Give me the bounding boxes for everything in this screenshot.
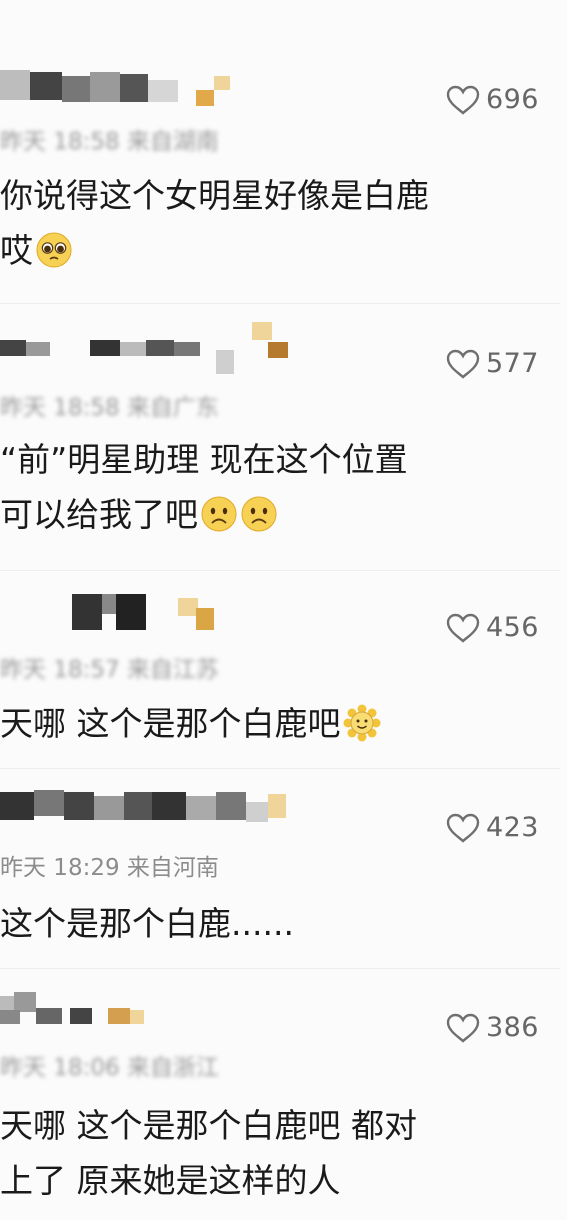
comment-item: 456 昨天 18:57 来自江苏 天哪 这个是那个白鹿吧 xyxy=(0,586,567,766)
like-count: 386 xyxy=(485,1012,539,1043)
like-button[interactable]: 696 xyxy=(446,84,539,115)
heart-outline-icon xyxy=(446,349,480,379)
divider xyxy=(0,303,560,304)
comment-line: 可以给我了吧 xyxy=(0,487,540,542)
frowning-face-emoji xyxy=(201,496,237,532)
comment-line: 天哪 这个是那个白鹿吧 都对 xyxy=(0,1106,417,1145)
comment-item: 386 昨天 18:06 来自浙江 天哪 这个是那个白鹿吧 都对 上了 原来她是… xyxy=(0,986,567,1220)
comment-meta: 昨天 18:58 来自广东 xyxy=(0,395,219,421)
username-pixelated[interactable] xyxy=(0,62,300,106)
heart-outline-icon xyxy=(446,613,480,643)
like-count: 423 xyxy=(485,812,539,843)
comment-text: 你说得这个女明星好像是白鹿 哎 xyxy=(0,168,540,278)
frowning-face-emoji xyxy=(241,496,277,532)
comment-item: 577 昨天 18:58 来自广东 “前”明星助理 现在这个位置 可以给我了吧 xyxy=(0,318,567,568)
comment-item: 423 昨天 18:29 来自河南 这个是那个白鹿...... xyxy=(0,786,567,966)
like-button[interactable]: 456 xyxy=(446,612,539,643)
comment-text: 这个是那个白鹿...... xyxy=(0,896,540,951)
sunflower-smile-emoji xyxy=(343,704,380,742)
comment-line: 上了 原来她是这样的人 xyxy=(0,1161,341,1200)
heart-outline-icon xyxy=(446,813,480,843)
comment-text: “前”明星助理 现在这个位置 可以给我了吧 xyxy=(0,432,540,542)
username-pixelated[interactable] xyxy=(0,786,300,826)
comment-item: 696 昨天 18:58 来自湖南 你说得这个女明星好像是白鹿 哎 xyxy=(0,62,567,302)
comment-meta: 昨天 18:58 来自湖南 xyxy=(0,129,219,155)
like-button[interactable]: 386 xyxy=(446,1012,539,1043)
heart-outline-icon xyxy=(446,1013,480,1043)
comment-line: “前”明星助理 现在这个位置 xyxy=(0,440,408,479)
divider xyxy=(0,768,560,769)
like-button[interactable]: 423 xyxy=(446,812,539,843)
like-count: 456 xyxy=(485,612,539,643)
username-pixelated[interactable] xyxy=(0,986,300,1026)
divider xyxy=(0,968,560,969)
divider xyxy=(0,570,560,571)
like-button[interactable]: 577 xyxy=(446,348,539,379)
comment-meta: 昨天 18:57 来自江苏 xyxy=(0,657,219,683)
like-count: 577 xyxy=(485,348,539,379)
comment-line: 天哪 这个是那个白鹿吧 xyxy=(0,696,540,751)
username-pixelated[interactable] xyxy=(0,318,300,374)
like-count: 696 xyxy=(485,84,539,115)
username-pixelated[interactable] xyxy=(0,586,300,630)
comment-line: 你说得这个女明星好像是白鹿 xyxy=(0,176,429,215)
comment-line: 哎 xyxy=(0,223,540,278)
heart-outline-icon xyxy=(446,85,480,115)
comment-text: 天哪 这个是那个白鹿吧 xyxy=(0,696,540,751)
comment-meta: 昨天 18:29 来自河南 xyxy=(0,855,219,881)
pleading-face-emoji xyxy=(36,232,72,268)
comment-meta: 昨天 18:06 来自浙江 xyxy=(0,1055,219,1081)
comment-line: 这个是那个白鹿...... xyxy=(0,904,294,943)
comment-text: 天哪 这个是那个白鹿吧 都对 上了 原来她是这样的人 xyxy=(0,1098,540,1208)
comment-feed: 696 昨天 18:58 来自湖南 你说得这个女明星好像是白鹿 哎 577 昨天… xyxy=(0,0,567,1220)
